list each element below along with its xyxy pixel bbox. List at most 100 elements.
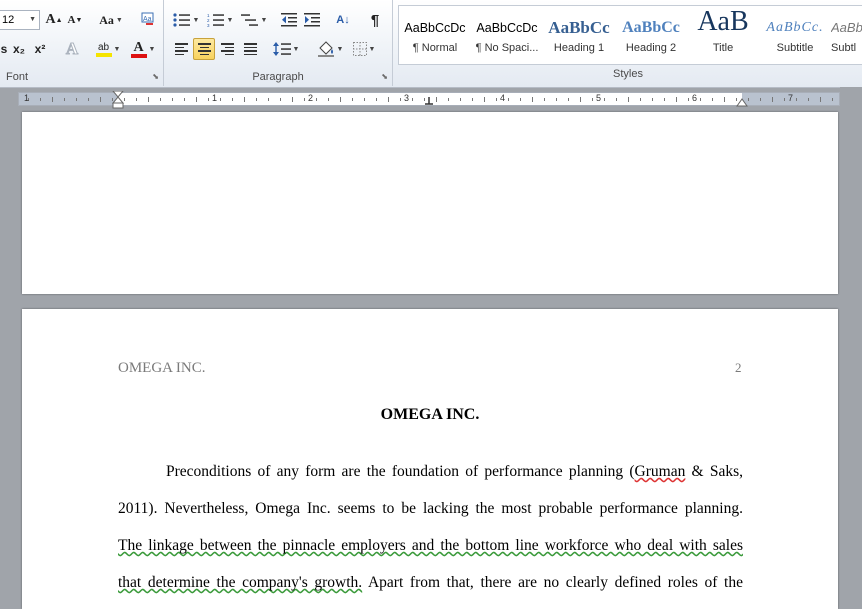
align-right-button[interactable] xyxy=(216,38,238,60)
ruler-tick xyxy=(496,98,497,101)
ruler-tick xyxy=(280,98,281,101)
grammar-error: that determine the company's growth. xyxy=(118,574,363,591)
bullets-button[interactable]: ▼ xyxy=(170,9,202,31)
line-spacing-button[interactable]: ▼ xyxy=(270,38,302,60)
horizontal-ruler[interactable]: 1 1 2 3 4 5 6 7 xyxy=(18,91,840,109)
borders-button[interactable]: ▼ xyxy=(348,38,380,60)
superscript-button[interactable]: x² xyxy=(30,38,50,60)
dialog-launcher-icon[interactable]: ⬊ xyxy=(152,72,159,81)
font-group-label: Font xyxy=(6,71,29,83)
document-body[interactable]: Preconditions of any form are the founda… xyxy=(118,453,743,601)
style-heading-2[interactable]: AaBbCc Heading 2 xyxy=(615,6,687,64)
ruler-number: 6 xyxy=(692,93,698,103)
style-preview: AaBbCc xyxy=(831,20,862,35)
text-effects-icon: A xyxy=(65,39,79,59)
ruler-tick xyxy=(268,98,269,101)
ruler-tick xyxy=(604,98,605,101)
sort-button[interactable]: A↓ xyxy=(332,9,354,31)
style-subtle-emphasis[interactable]: AaBbCc Subtl xyxy=(831,6,862,64)
style-title[interactable]: AaB Title xyxy=(687,6,759,64)
text-line: Preconditions of any form are the founda… xyxy=(118,453,743,490)
ruler-tick xyxy=(76,98,77,101)
font-size-box[interactable]: 12 ▼ xyxy=(0,10,40,30)
page-number: 2 xyxy=(735,360,742,375)
numbering-button[interactable]: 1 2 3 ▼ xyxy=(204,9,236,31)
multilevel-list-button[interactable]: ▼ xyxy=(238,9,270,31)
highlight-button[interactable]: ab ▼ xyxy=(92,38,124,60)
ruler-tick xyxy=(832,98,833,101)
ruler-tick xyxy=(304,98,305,101)
ruler-tick xyxy=(568,98,569,101)
page-2[interactable]: OMEGA INC. 2 OMEGA INC. Preconditions of… xyxy=(22,309,838,609)
style-heading-1[interactable]: AaBbCc Heading 1 xyxy=(543,6,615,64)
shrink-font-button[interactable]: A ▼ xyxy=(65,9,85,31)
style-name: Heading 1 xyxy=(553,42,605,54)
grow-font-icon: A xyxy=(45,12,56,27)
ruler-tick xyxy=(172,98,173,101)
styles-group-label: Styles xyxy=(613,68,643,80)
ruler-tick xyxy=(772,97,773,102)
spelling-error: Gruman xyxy=(634,463,686,480)
increase-indent-button[interactable] xyxy=(301,9,323,31)
align-left-button[interactable] xyxy=(170,38,192,60)
shading-button[interactable]: ▼ xyxy=(314,38,346,60)
clear-formatting-button[interactable]: Aa xyxy=(137,9,159,31)
text-run: & Saks, xyxy=(685,463,743,480)
ruler-tick xyxy=(376,98,377,101)
shrink-font-icon: A xyxy=(67,14,76,26)
text-run: 2011). Nevertheless, Omega Inc. seems to… xyxy=(118,500,743,517)
style-normal[interactable]: AaBbCcDc ¶ Normal xyxy=(399,6,471,64)
ruler-tick xyxy=(676,97,677,102)
ruler-tick xyxy=(532,97,533,102)
ruler-tick xyxy=(784,98,785,101)
ruler-tick xyxy=(208,98,209,101)
ruler-tick xyxy=(328,98,329,101)
ruler-tick xyxy=(592,98,593,101)
ruler-tick xyxy=(448,98,449,101)
ruler-tick xyxy=(244,97,245,102)
font-size-value: 12 xyxy=(2,14,15,26)
style-subtitle[interactable]: AaBbCc. Subtitle xyxy=(759,6,831,64)
ruler-tick xyxy=(124,98,125,101)
ruler-number: 7 xyxy=(788,93,794,103)
sort-icon: A↓ xyxy=(336,14,350,26)
style-name: Heading 2 xyxy=(625,42,677,54)
ruler-tick xyxy=(352,98,353,101)
ruler-tick xyxy=(364,98,365,101)
ruler-number: 3 xyxy=(404,93,410,103)
show-formatting-button[interactable]: ¶ xyxy=(364,9,386,31)
style-name: Title xyxy=(712,42,734,54)
decrease-indent-icon xyxy=(281,13,297,27)
ruler-tick xyxy=(724,97,725,102)
ruler-tick xyxy=(508,98,509,101)
justify-button[interactable] xyxy=(239,38,261,60)
page-1[interactable] xyxy=(22,112,838,294)
ruler-tick xyxy=(412,98,413,101)
style-no-spacing[interactable]: AaBbCcDc ¶ No Spaci... xyxy=(471,6,543,64)
subscript-button[interactable]: x₂ xyxy=(9,38,29,60)
ruler-tick xyxy=(484,97,485,102)
change-case-button[interactable]: Aa ▼ xyxy=(94,9,128,31)
ruler-tick xyxy=(712,98,713,101)
style-name: Subtl xyxy=(831,42,857,54)
dialog-launcher-icon[interactable]: ⬊ xyxy=(381,72,388,81)
grow-font-button[interactable]: A ▲ xyxy=(44,9,64,31)
right-indent-marker-icon[interactable] xyxy=(736,97,748,107)
text-effects-button[interactable]: A xyxy=(60,38,84,60)
decrease-indent-button[interactable] xyxy=(278,9,300,31)
center-tab-icon[interactable] xyxy=(425,97,433,106)
clear-formatting-icon: Aa xyxy=(141,12,154,25)
ruler-tick xyxy=(400,98,401,101)
font-color-button[interactable]: A ▼ xyxy=(127,38,159,60)
strikethrough-fragment[interactable]: s xyxy=(0,38,8,60)
align-center-button[interactable] xyxy=(193,38,215,60)
indent-marker-icon[interactable] xyxy=(112,91,124,109)
ruler-tick xyxy=(520,98,521,101)
subscript-icon: x₂ xyxy=(12,42,25,56)
ruler-tick xyxy=(436,97,437,102)
font-color-icon: A xyxy=(133,39,144,55)
justify-icon xyxy=(243,43,257,55)
ruler-tick xyxy=(316,98,317,101)
ruler-tick xyxy=(88,98,89,101)
text-run: Apart from that, there are no clearly de… xyxy=(362,574,743,591)
